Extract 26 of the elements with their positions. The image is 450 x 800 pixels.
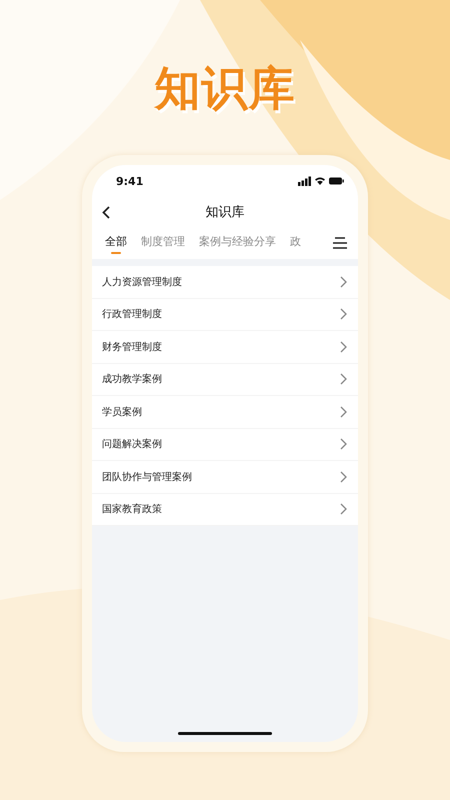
- chevron-right-icon: [340, 276, 347, 288]
- list-item[interactable]: 国家教育政策: [92, 494, 358, 526]
- category-tab[interactable]: 政: [290, 232, 301, 254]
- chevron-right-icon: [340, 373, 347, 386]
- headline: 知识库: [154, 60, 296, 117]
- list-item[interactable]: 学员案例: [92, 396, 358, 428]
- status-icons: [298, 176, 344, 186]
- chevron-right-icon: [340, 406, 347, 418]
- list-item[interactable]: 问题解决案例: [92, 428, 358, 461]
- chevron-right-icon: [340, 438, 347, 450]
- chevron-right-icon: [340, 340, 347, 353]
- page-title: 知识库: [206, 204, 244, 221]
- list-item[interactable]: 人力资源管理制度: [92, 266, 358, 298]
- category-tab[interactable]: 制度管理: [141, 232, 185, 254]
- list-item[interactable]: 行政管理制度: [92, 298, 358, 331]
- chevron-right-icon: [340, 470, 347, 483]
- list-item[interactable]: 财务管理制度: [92, 331, 358, 364]
- chevron-right-icon: [340, 308, 347, 320]
- menu-icon[interactable]: [333, 237, 347, 249]
- back-icon[interactable]: [102, 206, 110, 219]
- category-tab[interactable]: 案例与经验分享: [199, 232, 276, 254]
- list-item[interactable]: 成功教学案例: [92, 364, 358, 396]
- category-tab[interactable]: 全部: [105, 232, 127, 254]
- chevron-right-icon: [340, 503, 347, 516]
- status-time: 9:41: [116, 174, 144, 188]
- list-item[interactable]: 团队协作与管理案例: [92, 461, 358, 494]
